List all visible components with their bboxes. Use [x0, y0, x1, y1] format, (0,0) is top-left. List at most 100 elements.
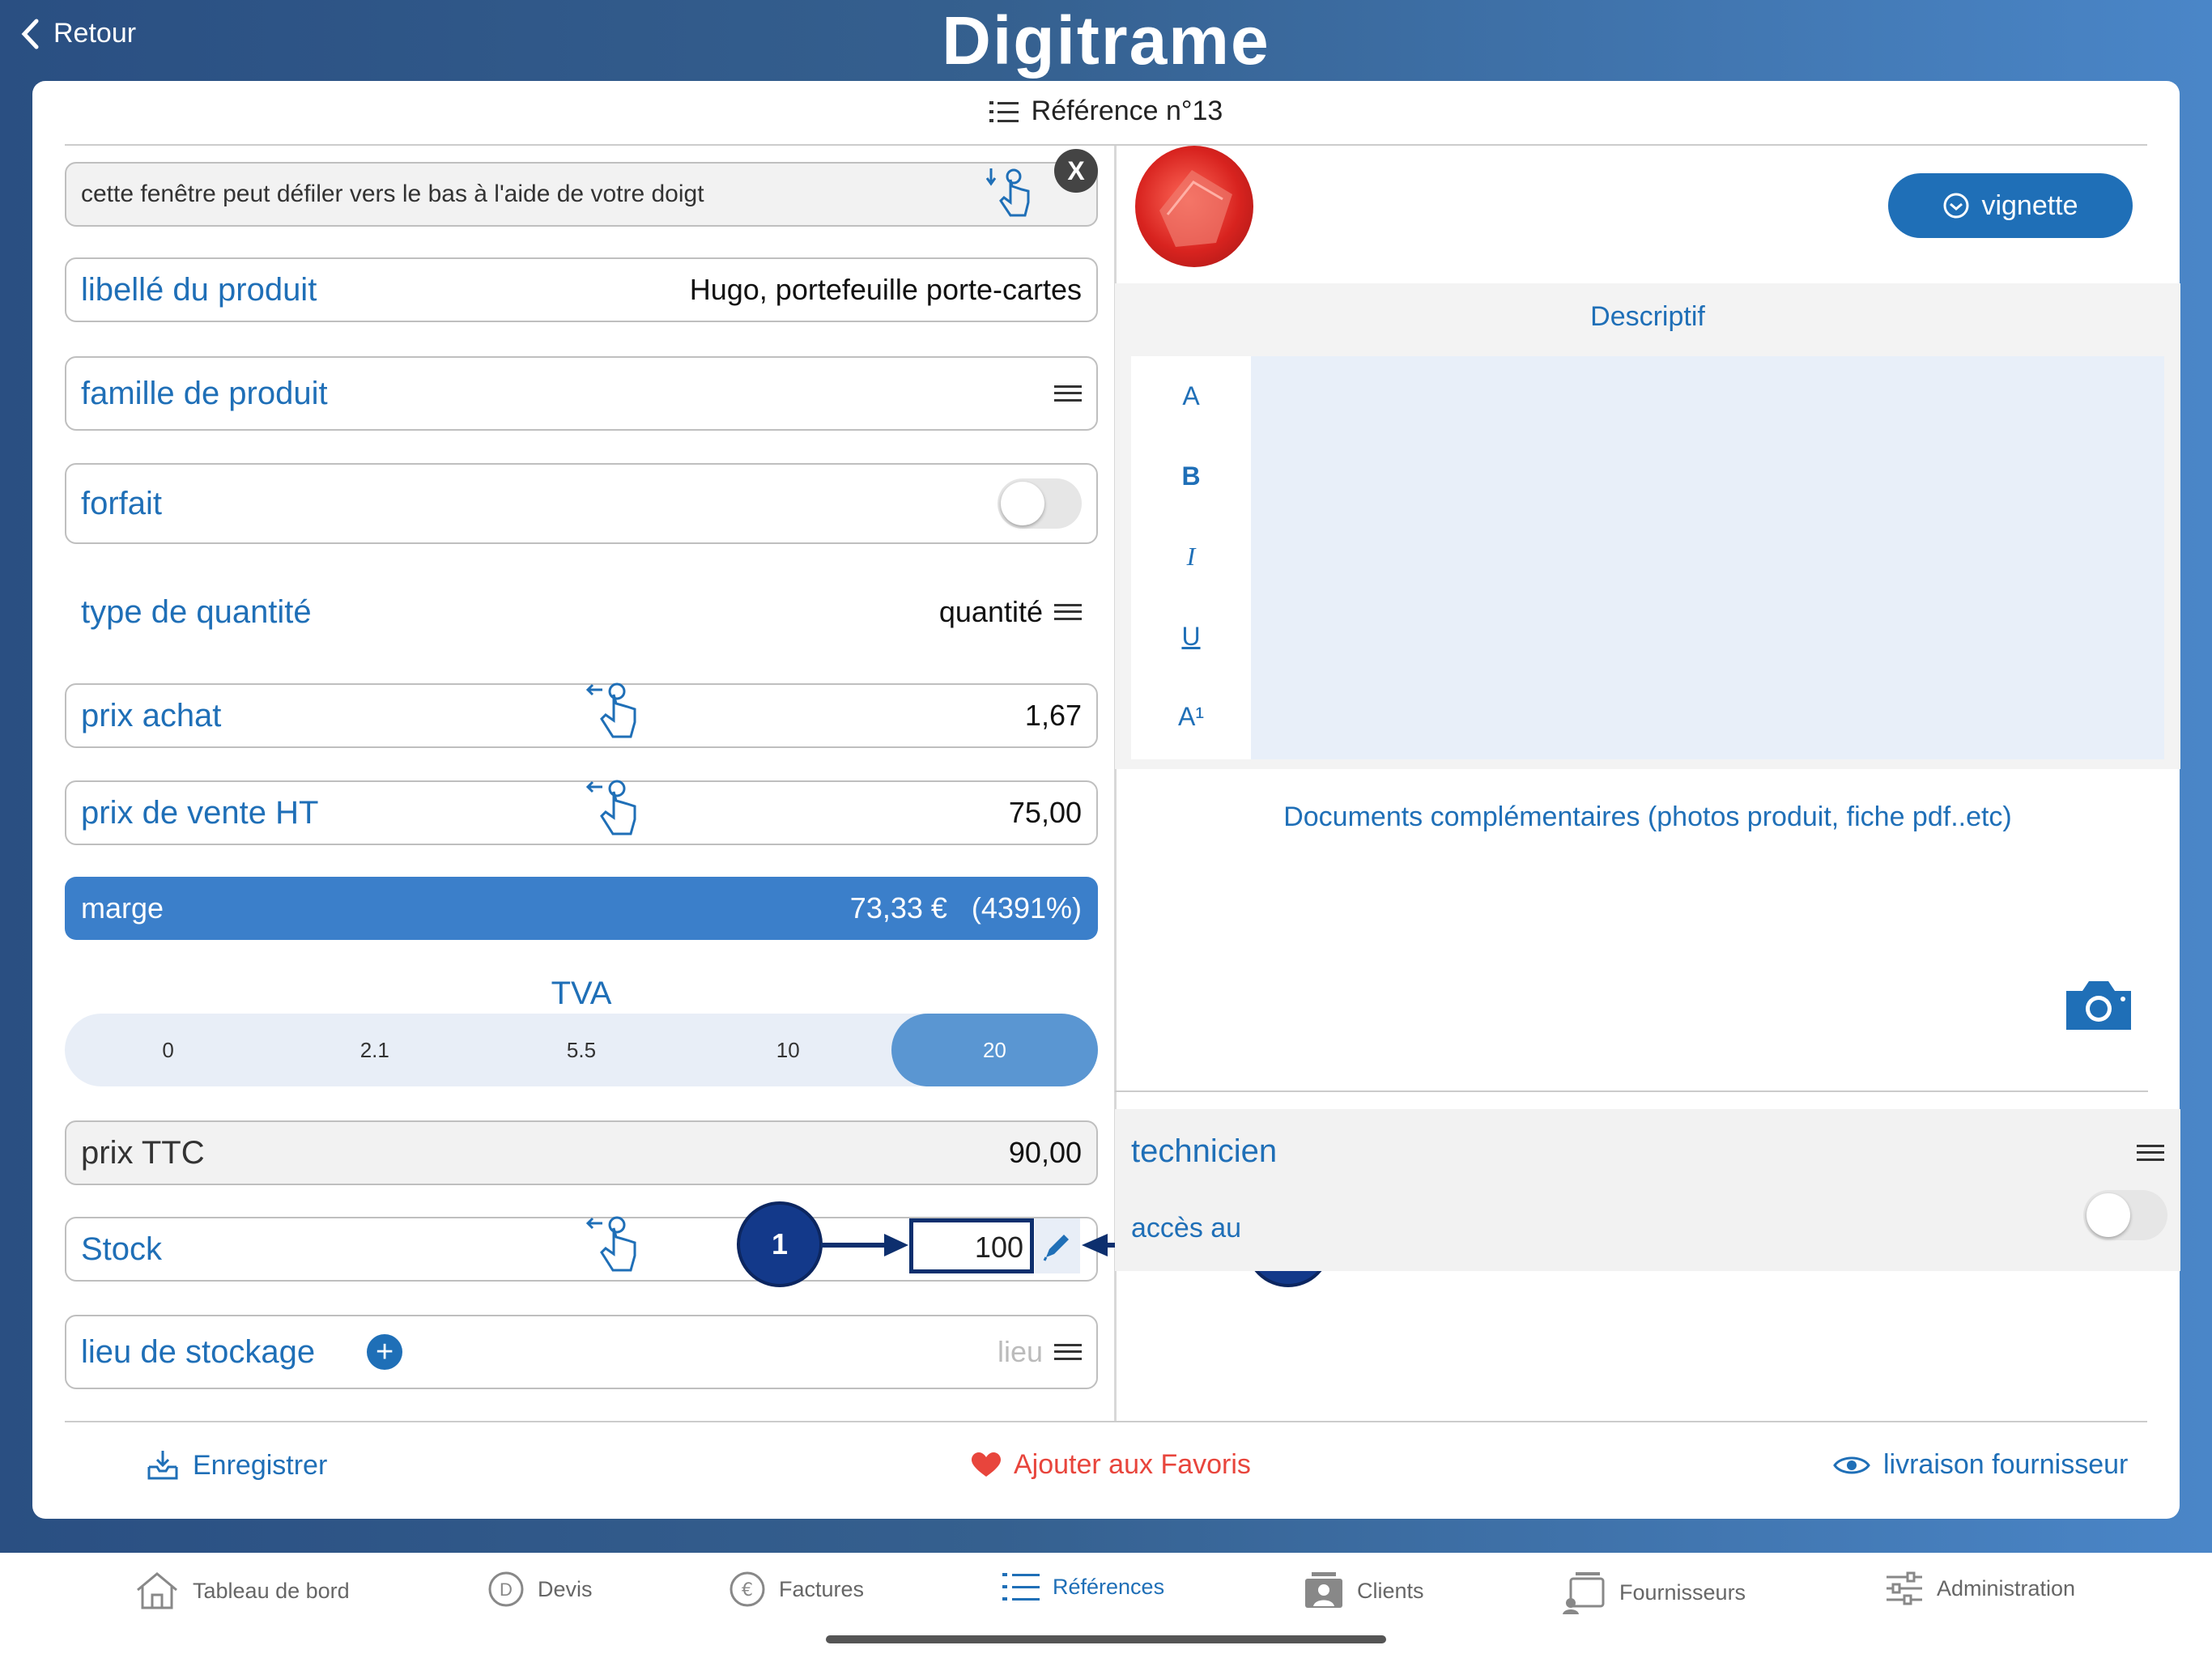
svg-text:D: D — [500, 1579, 513, 1600]
page-title: Référence n°13 — [32, 96, 2180, 127]
tab-label: Administration — [1937, 1575, 2076, 1601]
tab-tableau-de-bord[interactable]: Tableau de bord — [134, 1571, 350, 1611]
forfait-label: forfait — [81, 485, 163, 521]
prix-vente-label: prix de vente HT — [81, 794, 319, 831]
stock-input[interactable]: 100 — [909, 1218, 1034, 1273]
livraison-fournisseur-button[interactable]: livraison fournisseur — [1833, 1449, 2128, 1481]
tva-option-0[interactable]: 0 — [65, 1014, 271, 1086]
vignette-icon — [1943, 193, 1969, 219]
menu-icon[interactable] — [1054, 1344, 1082, 1360]
tab-label: Factures — [779, 1576, 865, 1601]
bold-button[interactable]: B — [1131, 436, 1251, 517]
descriptif-title: Descriptif — [1590, 301, 1705, 332]
favorite-label: Ajouter aux Favoris — [1014, 1449, 1251, 1480]
stock-label: Stock — [81, 1231, 163, 1267]
product-thumbnail[interactable] — [1135, 146, 1253, 267]
home-icon — [137, 1572, 177, 1609]
libelle-label: libellé du produit — [81, 271, 317, 308]
swipe-hand-icon — [585, 1216, 636, 1272]
save-button[interactable]: Enregistrer — [146, 1449, 327, 1482]
tab-devis[interactable]: D Devis — [487, 1571, 593, 1608]
reference-card: Référence n°13 cette fenêtre peut défile… — [32, 81, 2180, 1519]
italic-button[interactable]: I — [1131, 517, 1251, 597]
prix-achat-row[interactable]: prix achat 1,67 — [65, 682, 1098, 748]
marge-value: 73,33 € (4391%) — [849, 891, 1082, 925]
save-label: Enregistrer — [193, 1449, 328, 1481]
prix-ttc-value: 90,00 — [1008, 1136, 1082, 1169]
technicien-label: technicien — [1131, 1133, 1278, 1169]
underline-button[interactable]: U — [1131, 597, 1251, 677]
divider — [65, 1421, 2147, 1422]
devis-icon: D — [488, 1571, 524, 1607]
pen-icon — [1043, 1235, 1069, 1261]
prix-vente-value[interactable]: 75,00 — [1009, 796, 1082, 830]
forfait-row: forfait — [65, 463, 1098, 544]
type-quantite-row[interactable]: type de quantité quantité — [65, 572, 1098, 653]
product-image — [1159, 170, 1232, 247]
font-size-button[interactable]: A — [1131, 356, 1251, 436]
libelle-row[interactable]: libellé du produit Hugo, portefeuille po… — [65, 257, 1098, 322]
format-toolbar: A B I U A¹ — [1131, 356, 1251, 759]
tab-label: Fournisseurs — [1619, 1579, 1746, 1605]
marge-bar: marge 73,33 € (4391%) — [65, 877, 1098, 940]
tab-fournisseurs[interactable]: Fournisseurs — [1561, 1571, 1746, 1614]
eye-icon — [1833, 1456, 1870, 1473]
sliders-icon — [1887, 1571, 1922, 1605]
close-hint-button[interactable]: X — [1054, 149, 1098, 193]
app-logo: Digitrame — [942, 2, 1270, 79]
scroll-hint-text: cette fenêtre peut défiler vers le bas à… — [81, 181, 704, 207]
list-icon — [989, 100, 1019, 122]
lieu-label: lieu de stockage — [81, 1333, 316, 1370]
lieu-row[interactable]: lieu de stockage + lieu — [65, 1315, 1098, 1389]
divider — [1115, 1090, 2148, 1092]
famille-row[interactable]: famille de produit — [65, 356, 1098, 431]
type-quantite-label: type de quantité — [81, 593, 312, 630]
tva-option-5-5[interactable]: 5.5 — [478, 1014, 684, 1086]
descriptif-editor[interactable] — [1251, 356, 2164, 759]
svg-text:€: € — [742, 1580, 753, 1601]
supplier-icon — [1563, 1572, 1605, 1614]
add-lieu-button[interactable]: + — [367, 1334, 403, 1370]
lieu-placeholder: lieu — [997, 1335, 1043, 1368]
prix-achat-value[interactable]: 1,67 — [1025, 699, 1082, 733]
prix-vente-row[interactable]: prix de vente HT 75,00 — [65, 780, 1098, 845]
home-indicator[interactable] — [826, 1635, 1386, 1643]
libelle-value[interactable]: Hugo, portefeuille porte-cartes — [690, 273, 1082, 307]
add-favorite-button[interactable]: Ajouter aux Favoris — [972, 1449, 1251, 1481]
camera-icon[interactable] — [2063, 976, 2134, 1033]
superscript-button[interactable]: A¹ — [1131, 677, 1251, 757]
tab-administration[interactable]: Administration — [1885, 1571, 2075, 1606]
stock-edit-button[interactable] — [1035, 1218, 1080, 1273]
tva-option-20[interactable]: 20 — [891, 1014, 1099, 1086]
acces-label: accès au — [1131, 1213, 1242, 1244]
tab-factures[interactable]: € Factures — [729, 1571, 864, 1608]
menu-icon[interactable] — [1054, 604, 1082, 620]
heart-icon — [972, 1452, 1001, 1477]
vignette-button[interactable]: vignette — [1888, 173, 2133, 238]
documents-link[interactable]: Documents complémentaires (photos produi… — [1115, 801, 2180, 833]
client-icon — [1305, 1572, 1342, 1608]
prix-achat-label: prix achat — [81, 697, 222, 733]
tab-label: Clients — [1357, 1578, 1424, 1603]
type-quantite-value: quantité — [938, 595, 1043, 628]
callout-badge-1: 1 — [737, 1201, 823, 1287]
tva-title: TVA — [551, 976, 612, 1011]
arrow-right-icon — [821, 1234, 908, 1256]
tab-clients[interactable]: Clients — [1304, 1571, 1424, 1611]
tab-label: Références — [1053, 1574, 1165, 1599]
swipe-hand-icon — [585, 780, 636, 835]
scroll-hint: cette fenêtre peut défiler vers le bas à… — [65, 162, 1098, 227]
tva-option-2-1[interactable]: 2.1 — [271, 1014, 478, 1086]
descriptif-panel: Descriptif A B I U A¹ — [1115, 283, 2180, 769]
menu-icon[interactable] — [2137, 1145, 2164, 1161]
acces-toggle[interactable] — [2083, 1190, 2167, 1240]
tva-option-10[interactable]: 10 — [685, 1014, 891, 1086]
tab-references[interactable]: Références — [1002, 1571, 1164, 1603]
marge-label: marge — [81, 891, 164, 925]
page-title-text: Référence n°13 — [1031, 96, 1223, 126]
menu-icon[interactable] — [1054, 385, 1082, 402]
technicien-panel: technicien accès au — [1115, 1109, 2180, 1271]
save-tray-icon — [147, 1451, 178, 1480]
forfait-toggle[interactable] — [998, 478, 1082, 529]
famille-label: famille de produit — [81, 375, 328, 411]
